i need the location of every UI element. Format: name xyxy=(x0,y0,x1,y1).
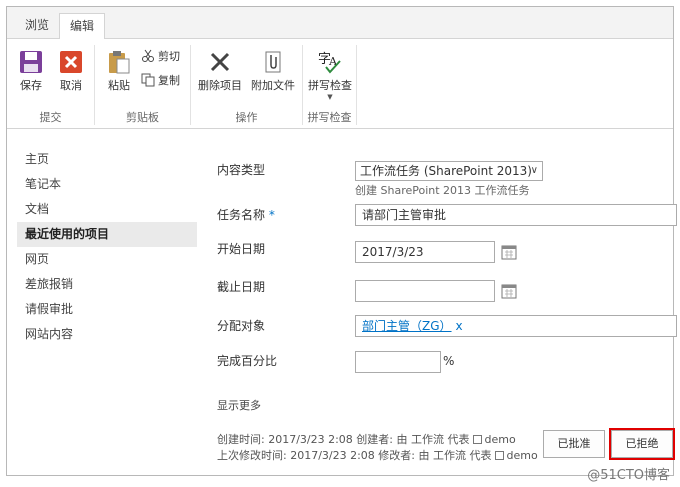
spelling-check-button[interactable]: 字 A 拼写检查 ▼ xyxy=(305,49,355,101)
percent-complete-label: 完成百分比 xyxy=(217,354,278,368)
paste-button[interactable]: 粘贴 xyxy=(99,49,139,93)
group-label-spelling: 拼写检查 xyxy=(307,111,352,124)
created-info-text: 创建时间: 2017/3/23 2:08 创建者: 由 工作流 代表 xyxy=(217,433,470,446)
copy-icon xyxy=(141,73,155,87)
spelling-check-label: 拼写检查 xyxy=(308,79,352,92)
delete-item-button[interactable]: 删除项目 xyxy=(195,49,245,93)
remove-user-icon[interactable]: x xyxy=(456,319,463,333)
attach-file-button[interactable]: 附加文件 xyxy=(247,49,299,93)
cancel-label: 取消 xyxy=(60,79,82,92)
required-mark: * xyxy=(268,208,275,222)
modified-info-text: 上次修改时间: 2017/3/23 2:08 修改者: 由 工作流 代表 xyxy=(217,449,492,462)
due-date-input[interactable] xyxy=(355,280,495,302)
modified-user[interactable]: demo xyxy=(507,449,538,462)
content-type-select[interactable]: 工作流任务 (SharePoint 2013) ∨ xyxy=(355,161,543,181)
cancel-icon xyxy=(60,51,82,73)
nav-item-leave-approval[interactable]: 请假审批 xyxy=(17,297,197,322)
due-date-label: 截止日期 xyxy=(217,280,266,294)
group-label-actions: 操作 xyxy=(235,111,258,124)
calendar-icon[interactable] xyxy=(501,244,517,260)
nav-item-pages[interactable]: 网页 xyxy=(17,247,197,272)
chevron-down-icon: ▼ xyxy=(327,93,333,101)
assigned-to-label: 分配对象 xyxy=(217,319,266,333)
cancel-button[interactable]: 取消 xyxy=(51,49,91,93)
task-name-label: 任务名称 * xyxy=(217,206,275,223)
quick-launch-nav: 主页 笔记本 文档 最近使用的项目 网页 差旅报销 请假审批 网站内容 xyxy=(17,147,197,347)
tab-browse[interactable]: 浏览 xyxy=(15,13,59,39)
nav-item-site-contents[interactable]: 网站内容 xyxy=(17,322,197,347)
presence-icon xyxy=(472,435,482,444)
ribbon-group-clipboard: 粘贴 剪切 复制 剪贴板 xyxy=(95,45,191,125)
modified-info: 上次修改时间: 2017/3/23 2:08 修改者: 由 工作流 代表 demo xyxy=(217,447,538,463)
cut-button[interactable]: 剪切 xyxy=(141,49,180,65)
save-icon xyxy=(20,51,42,73)
paste-icon xyxy=(109,51,130,74)
nav-item-travel-expense[interactable]: 差旅报销 xyxy=(17,272,197,297)
tab-edit[interactable]: 编辑 xyxy=(59,13,106,40)
ribbon-group-spelling: 字 A 拼写检查 ▼ 拼写检查 xyxy=(303,45,357,125)
chevron-down-icon: ∨ xyxy=(530,165,538,176)
show-more-link[interactable]: 显示更多 xyxy=(217,397,261,413)
task-name-label-text: 任务名称 xyxy=(217,208,266,222)
nav-item-home[interactable]: 主页 xyxy=(17,147,197,172)
percent-unit: % xyxy=(443,354,455,368)
reject-button[interactable]: 已拒绝 xyxy=(609,428,675,460)
app-window: 浏览 编辑 保存 取消 提交 粘贴 剪切 复制 剪贴板 删除项目 附加文件 操作… xyxy=(6,6,677,476)
watermark: @51CTO博客 xyxy=(587,468,670,483)
created-user[interactable]: demo xyxy=(485,433,516,446)
calendar-icon[interactable] xyxy=(501,283,517,299)
attach-file-label: 附加文件 xyxy=(251,79,295,92)
copy-label: 复制 xyxy=(158,74,180,87)
created-info: 创建时间: 2017/3/23 2:08 创建者: 由 工作流 代表 demo xyxy=(217,431,516,447)
content-type-value: 工作流任务 (SharePoint 2013) xyxy=(360,164,532,178)
presence-icon xyxy=(494,451,504,460)
assigned-to-picker[interactable]: 部门主管（ZG） x xyxy=(355,315,677,337)
percent-complete-input[interactable] xyxy=(355,351,441,373)
delete-item-label: 删除项目 xyxy=(198,79,242,92)
approve-button[interactable]: 已批准 xyxy=(543,430,605,458)
paste-label: 粘贴 xyxy=(108,79,130,92)
content-type-label: 内容类型 xyxy=(217,163,266,177)
save-label: 保存 xyxy=(20,79,42,92)
scissors-icon xyxy=(142,49,154,62)
assigned-user-link[interactable]: 部门主管（ZG） xyxy=(362,319,452,333)
start-date-label: 开始日期 xyxy=(217,242,266,256)
ribbon-tab-bar: 浏览 编辑 xyxy=(7,7,673,40)
start-date-input[interactable]: 2017/3/23 xyxy=(355,241,495,263)
paperclip-icon xyxy=(265,51,281,73)
group-label-clipboard: 剪贴板 xyxy=(126,111,159,124)
ribbon-group-commit: 保存 取消 提交 xyxy=(7,45,95,125)
copy-button[interactable]: 复制 xyxy=(141,73,180,89)
nav-item-notebook[interactable]: 笔记本 xyxy=(17,172,197,197)
nav-item-recent[interactable]: 最近使用的项目 xyxy=(17,222,197,247)
save-button[interactable]: 保存 xyxy=(11,49,51,93)
nav-item-documents[interactable]: 文档 xyxy=(17,197,197,222)
delete-x-icon xyxy=(210,52,230,72)
ribbon: 保存 取消 提交 粘贴 剪切 复制 剪贴板 删除项目 附加文件 操作 字 A 拼… xyxy=(7,39,673,129)
task-name-input[interactable]: 请部门主管审批 xyxy=(355,204,677,226)
cut-label: 剪切 xyxy=(158,50,180,63)
spelling-icon: 字 A xyxy=(318,52,341,74)
content-type-hint: 创建 SharePoint 2013 工作流任务 xyxy=(355,184,530,197)
group-label-commit: 提交 xyxy=(39,111,62,124)
ribbon-group-actions: 删除项目 附加文件 操作 xyxy=(191,45,303,125)
